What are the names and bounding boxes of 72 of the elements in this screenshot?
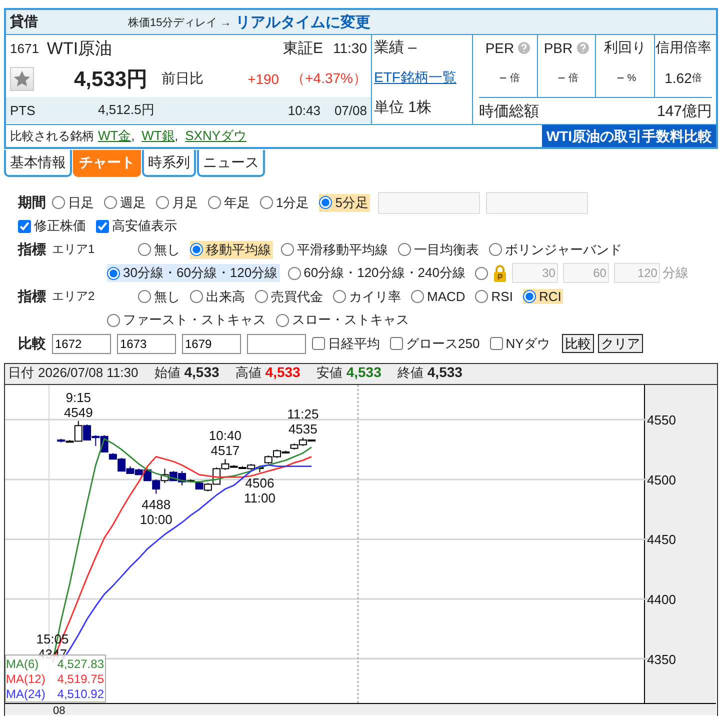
ohlc-value: 4,533 — [427, 364, 462, 380]
price-annotation: 4535 — [288, 421, 318, 436]
price-annotation: 4488 — [142, 496, 171, 512]
ohlc-value: 4,533 — [184, 364, 220, 380]
y-tick-label: 4350 — [647, 651, 676, 666]
price-change: +190 — [248, 71, 280, 87]
legend-value: 4,519.75 — [57, 672, 104, 686]
x-tick-label: 08 — [53, 704, 66, 714]
pts-price: 4,512.5円 — [98, 101, 154, 119]
indicator-label: 指標 — [18, 240, 46, 259]
y-tick-label: 4400 — [647, 592, 676, 606]
indicator-label: 指標 — [18, 288, 46, 306]
legend-name: MA(12) — [6, 672, 46, 686]
metric-value: 1.62 — [664, 70, 692, 86]
market-name: 東証E — [282, 38, 323, 58]
ohlc-label: 高値 — [235, 364, 262, 382]
area-label: エリア2 — [52, 288, 96, 306]
legend-value: 4,527.83 — [57, 656, 104, 670]
metric-unit: % — [627, 72, 636, 84]
market-cap-label: 時価総額 — [479, 102, 539, 120]
separator-text: , — [131, 129, 135, 143]
ohlc-value: 4,533 — [265, 364, 300, 380]
market-cap-value: 147億円 — [656, 102, 712, 120]
legend-value: 4,510.92 — [57, 686, 104, 700]
price-annotation: 4506 — [245, 474, 274, 490]
pts-label: PTS — [10, 102, 36, 118]
price-annotation: 11:00 — [244, 490, 276, 505]
period-label: 期間 — [18, 194, 46, 212]
legend-name: MA(6) — [6, 656, 39, 670]
metric-unit: 倍 — [568, 72, 578, 85]
metric-value: － — [496, 69, 510, 87]
metric-unit: 倍 — [510, 72, 520, 85]
stock-price: 4,533円 — [74, 67, 148, 93]
pts-date: 07/08 — [334, 102, 367, 118]
stock-code: 1671 — [10, 40, 39, 56]
y-tick-label: 4500 — [647, 472, 676, 487]
ohlc-value: 2026/07/08 11:30 — [38, 364, 138, 380]
compare-label: 比較 — [18, 334, 46, 353]
ohlc-value: 4,533 — [346, 364, 382, 380]
metric-label: 利回り — [604, 39, 646, 57]
price-annotation: 11:25 — [287, 406, 319, 422]
metric-label: PER — [485, 40, 514, 56]
area-label: エリア1 — [52, 241, 96, 258]
metric-unit: 倍 — [692, 72, 702, 85]
metric-value: － — [554, 69, 568, 87]
change-percent: （+4.37%） — [291, 70, 367, 88]
metric-label: 信用倍率 — [655, 39, 712, 57]
metric-label: PBR — [544, 40, 573, 56]
quote-time: 11:30 — [333, 40, 367, 56]
price-annotation: 10:00 — [140, 511, 172, 526]
y-tick-label: 4450 — [647, 532, 676, 547]
price-annotation: 4549 — [64, 404, 93, 420]
pts-time: 10:43 — [288, 102, 320, 118]
price-annotation: 9:15 — [66, 389, 92, 404]
span-unit: 分線 — [662, 264, 688, 282]
ohlc-label: 終値 — [397, 364, 424, 382]
legend-name: MA(24) — [6, 686, 46, 700]
price-annotation: 4517 — [210, 442, 240, 458]
stock-name: WTI原油 — [46, 38, 112, 60]
price-annotation: 10:40 — [208, 428, 242, 443]
y-tick-label: 4550 — [647, 412, 676, 428]
margin-type-label: 貸借 — [10, 13, 38, 31]
change-label: 前日比 — [162, 70, 204, 88]
ohlc-label: 日付 — [8, 364, 34, 382]
ohlc-label: 始値 — [154, 364, 180, 382]
results-text: 業績 – — [374, 38, 418, 58]
unit-text: 単位 1株 — [374, 98, 433, 118]
delay-note: 株価15分ディレイ → — [128, 16, 232, 30]
ohlc-label: 安値 — [316, 364, 342, 382]
separator-text: , — [174, 129, 178, 143]
metric-value: － — [613, 69, 628, 87]
compared-label: 比較される銘柄 — [10, 128, 94, 144]
